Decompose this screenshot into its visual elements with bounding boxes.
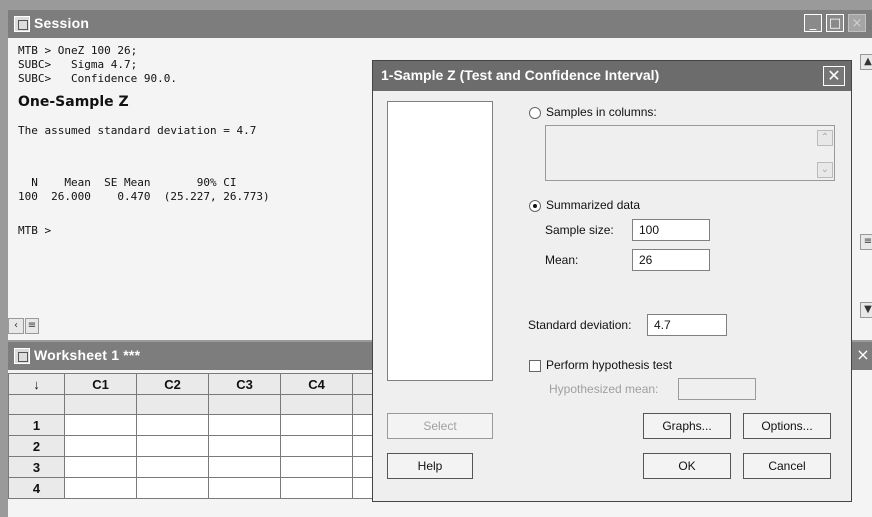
samples-columns-box[interactable]: ⌃ ⌄ — [545, 125, 835, 181]
corner-arrow-icon[interactable]: ↓ — [8, 373, 65, 395]
cell[interactable] — [208, 435, 281, 457]
column-header[interactable]: C4 — [280, 373, 353, 395]
hyp-mean-label: Hypothesized mean: — [549, 382, 659, 396]
summarized-data-label: Summarized data — [546, 198, 641, 212]
mean-label: Mean: — [545, 253, 579, 267]
column-header[interactable]: C2 — [136, 373, 209, 395]
scroll-thumb[interactable]: ≡ — [860, 234, 872, 250]
cell[interactable] — [280, 414, 353, 436]
output-heading: One-Sample Z — [18, 94, 129, 110]
scroll-up-icon[interactable]: ⌃ — [817, 130, 833, 146]
close-icon[interactable]: × — [848, 14, 866, 32]
std-dev-label: Standard deviation: — [528, 318, 632, 332]
scroll-down-icon[interactable]: ⌄ — [817, 162, 833, 178]
assumed-std-line: The assumed standard deviation = 4.7 — [18, 124, 257, 137]
cell[interactable] — [64, 414, 137, 436]
dialog-titlebar[interactable]: 1-Sample Z (Test and Confidence Interval… — [373, 61, 851, 91]
row-number[interactable]: 3 — [8, 456, 65, 478]
column-name-cell[interactable] — [280, 394, 353, 415]
cancel-button[interactable]: Cancel — [743, 453, 831, 479]
column-header[interactable]: C3 — [208, 373, 281, 395]
cell[interactable] — [280, 456, 353, 478]
table-row: 100 26.000 0.470 (25.227, 26.773) — [18, 190, 270, 203]
scroll-up-icon[interactable]: ▲ — [860, 54, 872, 70]
cell[interactable] — [64, 435, 137, 457]
table-header: N Mean SE Mean 90% CI — [18, 176, 237, 189]
session-prompt: MTB > — [18, 224, 52, 237]
hyp-mean-field[interactable] — [678, 378, 756, 400]
mean-field[interactable]: 26 — [632, 249, 710, 271]
cell[interactable] — [136, 435, 209, 457]
worksheet-title: Worksheet 1 *** — [34, 347, 141, 363]
cell[interactable] — [208, 414, 281, 436]
one-sample-z-dialog: 1-Sample Z (Test and Confidence Interval… — [372, 60, 852, 502]
summarized-data-radio[interactable] — [529, 200, 541, 212]
cell[interactable] — [208, 456, 281, 478]
minimize-button[interactable]: _ — [804, 14, 822, 32]
help-button[interactable]: Help — [387, 453, 473, 479]
column-header[interactable]: C1 — [64, 373, 137, 395]
worksheet-grid-icon — [14, 348, 30, 364]
row-number[interactable]: 4 — [8, 477, 65, 499]
ok-button[interactable]: OK — [643, 453, 731, 479]
session-line: MTB > OneZ 100 26; — [18, 44, 138, 57]
cell[interactable] — [136, 456, 209, 478]
graphs-button[interactable]: Graphs... — [643, 413, 731, 439]
worksheet-grid[interactable]: ↓ C1 C2 C3 C4 1 2 3 4 — [8, 373, 425, 499]
session-icon — [14, 16, 30, 32]
session-titlebar[interactable]: Session _ □ × — [8, 10, 872, 38]
column-name-cell[interactable] — [136, 394, 209, 415]
cell[interactable] — [280, 435, 353, 457]
session-line: SUBC> Sigma 4.7; — [18, 58, 138, 71]
cell[interactable] — [64, 456, 137, 478]
scroll-left-icon[interactable]: ‹ — [8, 318, 24, 334]
variable-list[interactable] — [387, 101, 493, 381]
row-number[interactable]: 2 — [8, 435, 65, 457]
cell[interactable] — [208, 477, 281, 499]
scroll-thumb[interactable]: ≡ — [25, 318, 39, 334]
options-button[interactable]: Options... — [743, 413, 831, 439]
perform-test-checkbox[interactable] — [529, 360, 541, 372]
vertical-scrollbar[interactable]: ▲ ≡ ▼ — [860, 54, 872, 344]
row-number[interactable]: 1 — [8, 414, 65, 436]
close-icon[interactable]: ✕ — [823, 66, 845, 86]
column-name-cell[interactable] — [64, 394, 137, 415]
cell[interactable] — [136, 477, 209, 499]
cell[interactable] — [136, 414, 209, 436]
name-row-label — [8, 394, 65, 415]
column-name-cell[interactable] — [208, 394, 281, 415]
session-title: Session — [34, 15, 90, 31]
sample-size-label: Sample size: — [545, 223, 614, 237]
perform-test-label: Perform hypothesis test — [546, 358, 673, 372]
samples-in-columns-label: Samples in columns: — [546, 105, 657, 119]
samples-in-columns-radio[interactable] — [529, 107, 541, 119]
cell[interactable] — [280, 477, 353, 499]
std-dev-field[interactable]: 4.7 — [647, 314, 727, 336]
scroll-down-icon[interactable]: ▼ — [860, 302, 872, 318]
select-button[interactable]: Select — [387, 413, 493, 439]
dialog-title: 1-Sample Z (Test and Confidence Interval… — [381, 67, 660, 83]
session-line: SUBC> Confidence 90.0. — [18, 72, 177, 85]
cell[interactable] — [64, 477, 137, 499]
close-icon[interactable]: × — [854, 346, 872, 364]
horizontal-scrollbar[interactable]: ‹ ≡ — [8, 316, 78, 334]
maximize-button[interactable]: □ — [826, 14, 844, 32]
sample-size-field[interactable]: 100 — [632, 219, 710, 241]
